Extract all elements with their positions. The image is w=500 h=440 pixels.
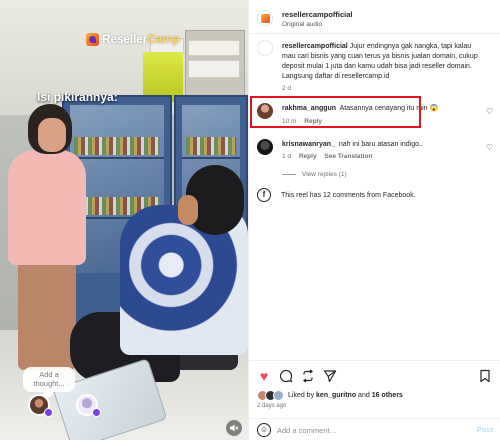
post-header: resellercampofficial Original audio <box>249 0 500 34</box>
comment-text: krisnawanryan_ nah ini baru atasan indig… <box>282 140 483 150</box>
liked-by-others-link[interactable]: 16 others <box>372 392 403 399</box>
comment-username[interactable]: rakhma_anggun <box>282 105 336 112</box>
view-replies-button[interactable]: View replies (1) <box>282 171 347 178</box>
reply-button[interactable]: Reply <box>299 153 317 160</box>
badge-icon <box>44 408 53 417</box>
author-avatar[interactable] <box>257 10 273 26</box>
comment-time: 1 d <box>282 153 292 160</box>
repost-icon[interactable] <box>300 368 316 384</box>
facebook-icon: f <box>257 188 271 202</box>
author-avatar[interactable] <box>257 40 273 56</box>
comment-like-heart-icon[interactable]: ♡ <box>486 144 494 152</box>
comment-username[interactable]: krisnawanryan_ <box>282 141 335 148</box>
liked-by-text: Liked by ken_guritno and 16 others <box>288 392 403 399</box>
post-panel: resellercampofficial Original audio rese… <box>248 0 500 440</box>
send-icon[interactable] <box>322 368 338 384</box>
comment-username[interactable]: resellercampofficial <box>282 43 348 50</box>
comment-time: 2 d <box>282 85 292 92</box>
liker-username[interactable]: ken_guritno <box>316 392 356 399</box>
comment-meta: 10 m Reply <box>282 118 322 125</box>
liked-by-row: Liked by ken_guritno and 16 others <box>257 390 403 401</box>
video-person-standing <box>8 150 86 265</box>
video-person-standing <box>18 255 76 370</box>
comment-icon[interactable] <box>278 368 294 384</box>
comment-like-heart-icon[interactable]: ♡ <box>486 108 494 116</box>
reply-button[interactable]: Reply <box>304 118 322 125</box>
replies-line <box>282 174 296 175</box>
reel-viewer: ResellerCamp Isi pikirannya: Add a thoug… <box>0 0 500 440</box>
view-replies-label: View replies (1) <box>302 171 347 178</box>
commenter-avatar[interactable] <box>257 103 273 119</box>
facebook-comments-note: f This reel has 12 comments from Faceboo… <box>257 188 416 202</box>
comment-meta: 2 d <box>282 85 291 92</box>
commenter-avatar[interactable] <box>257 139 273 155</box>
audio-label[interactable]: Original audio <box>282 21 322 28</box>
comment-body: nah ini baru atasan indigo.. <box>338 141 423 148</box>
add-comment-bar: ☺ Post <box>249 418 500 440</box>
post-date: 2 days ago <box>257 403 287 409</box>
brand-text: ResellerCamp <box>102 32 180 46</box>
video-caption: Isi pikirannya: <box>37 90 118 104</box>
resellercamp-logo-icon <box>86 32 99 46</box>
add-thought-bubble[interactable]: Add a thought... <box>23 367 75 397</box>
brand-watermark: ResellerCamp <box>86 32 180 46</box>
video-person-sitting <box>178 195 198 225</box>
video-box <box>188 60 240 78</box>
badge-icon <box>92 408 101 417</box>
liker-avatar[interactable] <box>273 390 284 401</box>
comment-text: resellercampofficial Jujur endingnya gak… <box>282 42 483 82</box>
speaker-muted-icon[interactable] <box>226 420 242 436</box>
comment-meta: 1 d Reply See Translation <box>282 153 372 160</box>
reel-video[interactable]: ResellerCamp Isi pikirannya: Add a thoug… <box>0 0 248 440</box>
comment-time: 10 m <box>282 118 297 125</box>
comment-body: Atasannya cenayang itu min 😱 <box>339 105 439 112</box>
facebook-note-text: This reel has 12 comments from Facebook. <box>281 191 416 199</box>
heart-icon[interactable]: ♥ <box>256 368 272 384</box>
comment-text: rakhma_anggun Atasannya cenayang itu min… <box>282 104 483 114</box>
emoji-icon[interactable]: ☺ <box>257 423 271 437</box>
comment-input[interactable] <box>277 423 457 437</box>
see-translation-button[interactable]: See Translation <box>324 153 372 160</box>
post-button[interactable]: Post <box>477 425 493 434</box>
video-box <box>188 40 240 56</box>
video-person-standing <box>38 118 66 152</box>
author-username[interactable]: resellercampofficial <box>282 10 352 19</box>
bookmark-icon[interactable] <box>477 368 493 384</box>
